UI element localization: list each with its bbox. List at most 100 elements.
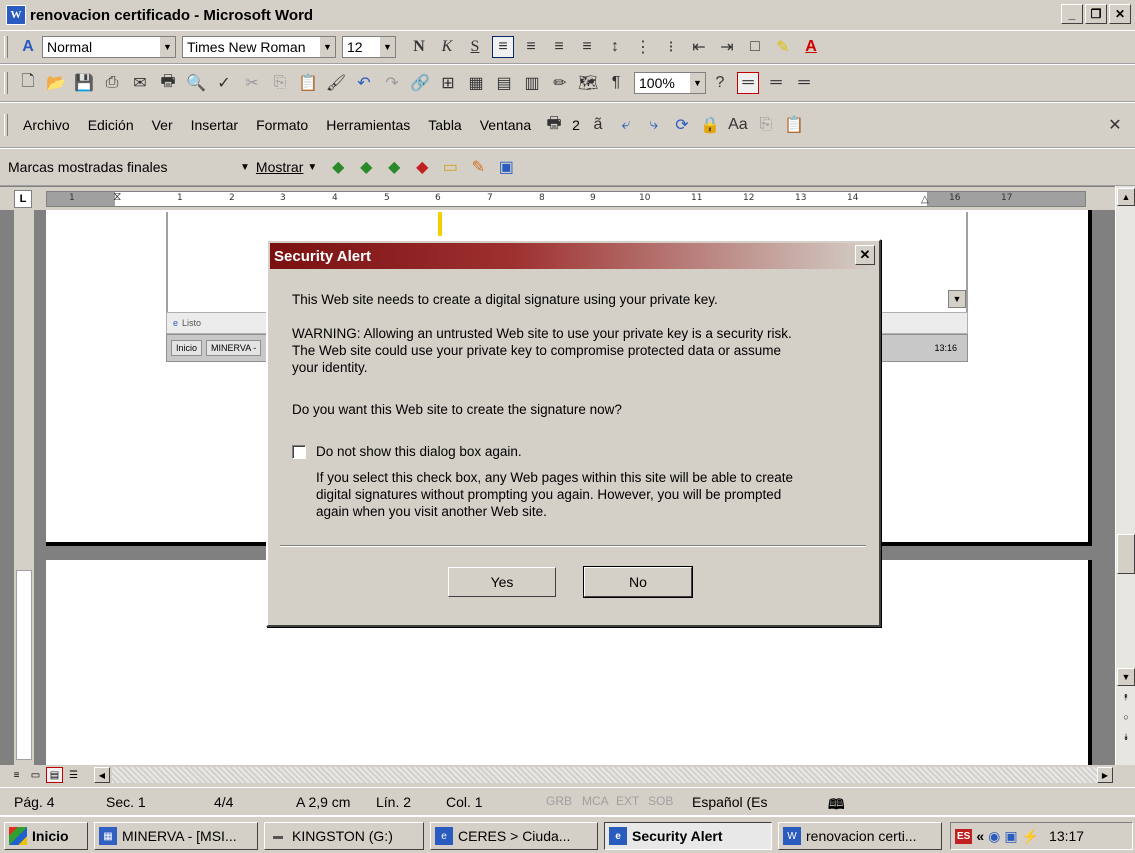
numbering-icon[interactable]: ⋮ [632, 36, 654, 58]
print-icon[interactable]: 🖶 [543, 114, 565, 136]
italic-icon[interactable]: K [436, 36, 458, 58]
style-select[interactable]: Normal ▼ [42, 36, 176, 58]
restore-button[interactable]: ❐ [1085, 4, 1107, 24]
yes-button[interactable]: Yes [448, 567, 556, 597]
menu-help[interactable]: 2 [572, 117, 580, 133]
line-style-icon[interactable]: ═ [737, 72, 759, 94]
align-right-icon[interactable]: ≡ [548, 36, 570, 58]
zoom-select[interactable]: 100% ▼ [634, 72, 706, 94]
columns-icon[interactable]: ▥ [521, 72, 543, 94]
markup-select[interactable]: Marcas mostradas finales [4, 156, 234, 178]
line-style-3-icon[interactable]: ═ [793, 72, 815, 94]
scroll-right-icon[interactable]: ▶ [1097, 767, 1113, 783]
close-menu-icon[interactable]: ✕ [1104, 114, 1126, 136]
status-ext[interactable]: EXT [616, 794, 639, 808]
accept-change-icon[interactable]: ◆ [383, 156, 405, 178]
dialog-close-icon[interactable]: ✕ [855, 245, 875, 265]
next-change-icon[interactable]: ◆ [355, 156, 377, 178]
next-page-icon[interactable]: ⯯ [1117, 728, 1135, 746]
right-indent-marker[interactable]: △ [921, 194, 929, 205]
line-spacing-icon[interactable]: ↕ [604, 36, 626, 58]
toolbar-grip[interactable] [4, 72, 8, 94]
reply-icon[interactable]: ⤶ [615, 114, 637, 136]
horizontal-scroll-track[interactable] [112, 767, 1097, 783]
task-ceres[interactable]: e CERES > Ciuda... [430, 822, 598, 850]
menu-insertar[interactable]: Insertar [191, 117, 238, 133]
menu-formato[interactable]: Formato [256, 117, 308, 133]
align-left-icon[interactable]: ≡ [492, 36, 514, 58]
show-hide-icon[interactable]: ¶ [605, 72, 627, 94]
vertical-ruler-track[interactable] [16, 570, 32, 760]
antivirus-icon[interactable]: ⚡ [1022, 828, 1039, 845]
decrease-indent-icon[interactable]: ⇤ [688, 36, 710, 58]
insert-excel-icon[interactable]: ▤ [493, 72, 515, 94]
no-button[interactable]: No [583, 566, 693, 598]
save-icon[interactable]: 💾 [73, 72, 95, 94]
connection-icon[interactable]: ▣ [1004, 828, 1017, 845]
menu-archivo[interactable]: Archivo [23, 117, 70, 133]
previous-change-icon[interactable]: ◆ [327, 156, 349, 178]
ruler-track[interactable]: 1 1 2 3 4 5 6 7 8 9 10 11 12 13 14 16 17… [46, 189, 1086, 207]
menu-ver[interactable]: Ver [152, 117, 173, 133]
open-folder-icon[interactable]: 📂 [45, 72, 67, 94]
indent-marker[interactable]: ⧖ [113, 189, 121, 204]
normal-view-icon[interactable]: ≡ [8, 767, 25, 783]
scroll-down-icon[interactable]: ▼ [1117, 668, 1135, 686]
insert-table-icon[interactable]: ▦ [465, 72, 487, 94]
permission-icon[interactable]: ⎙ [101, 72, 123, 94]
task-kingston[interactable]: ▬ KINGSTON (G:) [264, 822, 424, 850]
menu-tabla[interactable]: Tabla [428, 117, 461, 133]
font-select[interactable]: Times New Roman ▼ [182, 36, 336, 58]
paste-icon[interactable]: 📋 [783, 114, 805, 136]
status-grb[interactable]: GRB [546, 794, 572, 808]
network-icon[interactable]: ◉ [988, 828, 1000, 845]
clock[interactable]: 13:17 [1049, 828, 1084, 844]
underline-icon[interactable]: S [464, 36, 486, 58]
spelling-icon[interactable]: ✓ [213, 72, 235, 94]
format-painter-icon[interactable]: 🖌 [325, 72, 347, 94]
status-mca[interactable]: MCA [582, 794, 609, 808]
highlight-icon[interactable]: ✎ [772, 36, 794, 58]
status-sob[interactable]: SOB [648, 794, 673, 808]
toolbar-grip[interactable] [4, 36, 8, 58]
undo-icon[interactable]: ↶ [353, 72, 375, 94]
align-center-icon[interactable]: ≡ [520, 36, 542, 58]
increase-indent-icon[interactable]: ⇥ [716, 36, 738, 58]
line-style-2-icon[interactable]: ═ [765, 72, 787, 94]
font-size-select[interactable]: 12 ▼ [342, 36, 396, 58]
styles-pane-icon[interactable]: A [17, 36, 39, 58]
tab-selector[interactable]: L [14, 190, 32, 208]
print-icon[interactable]: 🖶 [157, 72, 179, 94]
toolbar-grip[interactable] [4, 114, 8, 136]
task-security-alert[interactable]: e Security Alert [604, 822, 772, 850]
scroll-left-icon[interactable]: ◀ [94, 767, 110, 783]
word-app-icon[interactable]: W [6, 5, 26, 25]
new-comment-icon[interactable]: ▭ [439, 156, 461, 178]
task-word[interactable]: W renovacion certi... [778, 822, 942, 850]
language-icon[interactable]: ES [955, 828, 973, 844]
copy-icon[interactable]: ⎘ [269, 72, 291, 94]
show-menu[interactable]: Mostrar [256, 159, 303, 175]
do-not-show-checkbox[interactable] [292, 445, 306, 459]
menu-ventana[interactable]: Ventana [480, 117, 531, 133]
hyperlink-icon[interactable]: 🔗 [409, 72, 431, 94]
font-size-icon[interactable]: Aa [727, 114, 749, 136]
print-preview-icon[interactable]: 🔍 [185, 72, 207, 94]
cut-icon[interactable]: ✂ [241, 72, 263, 94]
checkbox-label[interactable]: Do not show this dialog box again. [316, 443, 522, 460]
web-view-icon[interactable]: ▭ [27, 767, 44, 783]
help-icon[interactable]: ? [709, 72, 731, 94]
redo-icon[interactable]: ↷ [381, 72, 403, 94]
justify-icon[interactable]: ≡ [576, 36, 598, 58]
forward-icon[interactable]: ⤷ [643, 114, 665, 136]
menu-edicion[interactable]: Edición [88, 117, 134, 133]
paste-icon[interactable]: 📋 [297, 72, 319, 94]
research-icon[interactable]: ã [587, 114, 609, 136]
lock-icon[interactable]: 🔒 [699, 114, 721, 136]
bullets-icon[interactable]: ⁝ [660, 36, 682, 58]
previous-page-icon[interactable]: ⯭ [1117, 688, 1135, 706]
track-icon[interactable]: ⟳ [671, 114, 693, 136]
task-minerva[interactable]: ▦ MINERVA - [MSI... [94, 822, 258, 850]
scroll-up-icon[interactable]: ▲ [1117, 188, 1135, 206]
tables-borders-icon[interactable]: ⊞ [437, 72, 459, 94]
